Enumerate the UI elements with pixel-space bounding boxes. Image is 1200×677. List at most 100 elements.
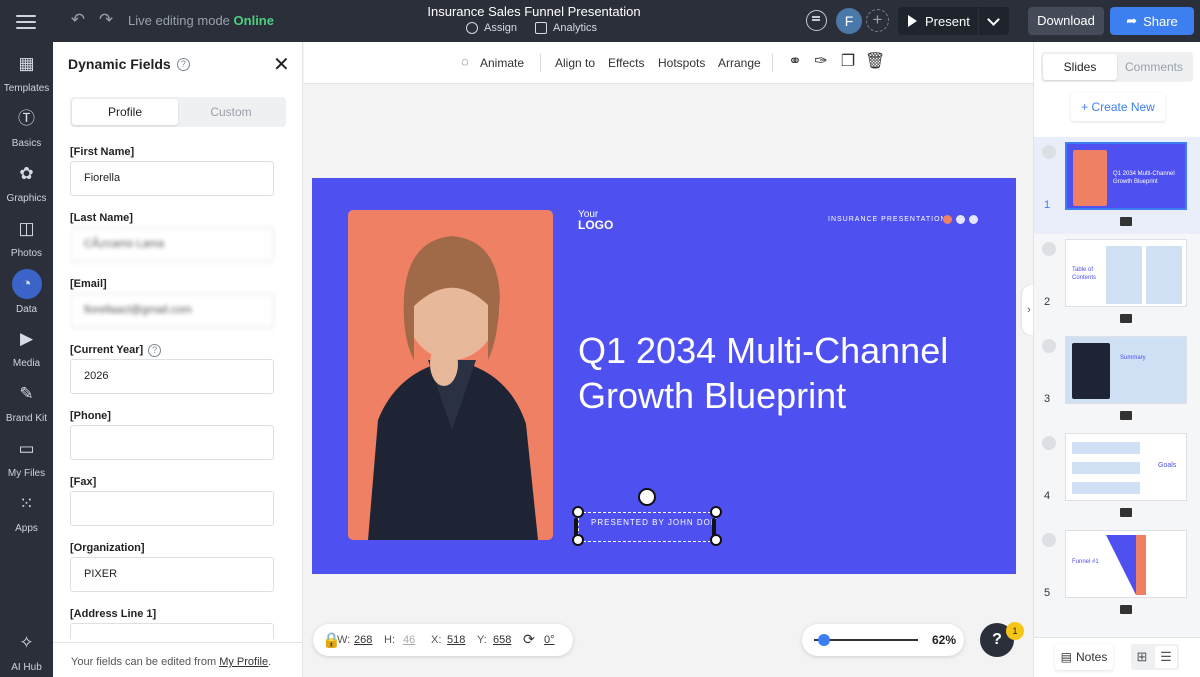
- current-year-field[interactable]: 2026: [70, 359, 274, 394]
- duplicate-icon[interactable]: ❐: [839, 53, 857, 71]
- more-icon[interactable]: [1042, 145, 1056, 159]
- share-icon: ➦: [1126, 13, 1138, 28]
- tab-slides[interactable]: Slides: [1043, 54, 1117, 80]
- close-icon[interactable]: ✕: [273, 52, 290, 77]
- rail-ai-hub[interactable]: ✧ AI Hub: [0, 625, 53, 677]
- dynamic-fields-panel: Dynamic Fields? ✕ Profile Custom [First …: [53, 42, 303, 677]
- height-value[interactable]: 46: [403, 634, 415, 646]
- rail-brand-kit[interactable]: ✎ Brand Kit: [0, 376, 53, 431]
- rail-media[interactable]: ▶ Media: [0, 321, 53, 376]
- slide-thumbnail-row[interactable]: Goals 4: [1034, 428, 1200, 525]
- resize-handle[interactable]: [572, 534, 584, 546]
- address-line-1-field[interactable]: [70, 623, 274, 639]
- grid-view-icon[interactable]: ⊞: [1131, 644, 1153, 670]
- slide-kicker[interactable]: INSURANCE PRESENTATION: [828, 216, 947, 223]
- fax-field[interactable]: [70, 491, 274, 526]
- slide-thumbnail-row[interactable]: Summary 3: [1034, 331, 1200, 428]
- analytics-link[interactable]: Analytics: [535, 22, 597, 34]
- width-value[interactable]: 268: [354, 634, 372, 646]
- first-name-field[interactable]: Fiorella: [70, 161, 274, 196]
- resize-handle[interactable]: [574, 518, 578, 536]
- y-value[interactable]: 658: [493, 634, 511, 646]
- share-button[interactable]: ➦ Share: [1110, 7, 1194, 35]
- rail-basics[interactable]: Ⓣ Basics: [0, 101, 53, 156]
- resize-handle[interactable]: [710, 534, 722, 546]
- hotspots-button[interactable]: Hotspots: [658, 56, 705, 70]
- trash-icon[interactable]: 🗑: [865, 53, 885, 71]
- presenter-photo[interactable]: [348, 210, 553, 540]
- style-brush-icon[interactable]: ✑: [812, 53, 830, 71]
- tab-profile[interactable]: Profile: [72, 99, 178, 125]
- transition-icon[interactable]: [1120, 217, 1132, 226]
- link-icon[interactable]: ⚭: [786, 53, 804, 71]
- redo-icon[interactable]: ↷: [96, 10, 116, 30]
- slide-thumbnail-row[interactable]: Q1 2034 Multi-Channel Growth Blueprint 1: [1034, 137, 1200, 234]
- slide-thumbnail[interactable]: Summary: [1065, 336, 1187, 404]
- rotation-value[interactable]: 0°: [544, 634, 555, 646]
- slide-thumbnail-row[interactable]: Table of Contents 2: [1034, 234, 1200, 331]
- rail-graphics[interactable]: ✿ Graphics: [0, 156, 53, 211]
- slide-thumbnail[interactable]: Q1 2034 Multi-Channel Growth Blueprint: [1065, 142, 1187, 210]
- notes-button[interactable]: ▤ Notes: [1055, 644, 1113, 670]
- transition-icon[interactable]: [1120, 314, 1132, 323]
- element-dimensions: 🔒 W: 268 H: 46 X: 518 Y: 658 ⟳ 0°: [313, 624, 573, 656]
- rail-photos[interactable]: ◫ Photos: [0, 211, 53, 266]
- last-name-field[interactable]: CÃ¡rcamo Lama: [70, 227, 274, 262]
- download-button[interactable]: Download: [1028, 7, 1104, 35]
- arrange-button[interactable]: Arrange: [718, 56, 761, 70]
- rail-my-files[interactable]: ▭ My Files: [0, 431, 53, 486]
- menu-icon[interactable]: [16, 12, 36, 30]
- phone-field[interactable]: [70, 425, 274, 460]
- create-new-button[interactable]: + Create New: [1071, 93, 1165, 121]
- more-icon[interactable]: [1042, 339, 1056, 353]
- more-icon[interactable]: [1042, 533, 1056, 547]
- assign-icon: [466, 22, 478, 34]
- zoom-slider-handle[interactable]: [818, 634, 830, 646]
- resize-handle[interactable]: [710, 506, 722, 518]
- fax-label: [Fax]: [70, 476, 97, 488]
- slide-thumbnail[interactable]: Funnel #1: [1065, 530, 1187, 598]
- undo-icon[interactable]: ↶: [68, 10, 88, 30]
- add-collaborator-icon[interactable]: +: [866, 9, 889, 32]
- rail-templates[interactable]: ▦ Templates: [0, 46, 53, 101]
- tab-comments[interactable]: Comments: [1117, 54, 1191, 80]
- align-to-button[interactable]: Align to: [555, 56, 595, 70]
- slide-thumbnail[interactable]: Table of Contents: [1065, 239, 1187, 307]
- resize-handle[interactable]: [572, 506, 584, 518]
- transition-icon[interactable]: [1120, 605, 1132, 614]
- resize-handle[interactable]: [712, 518, 716, 536]
- slide-thumbnail-row[interactable]: Funnel #1 5: [1034, 525, 1200, 622]
- animate-button[interactable]: Animate: [480, 56, 524, 70]
- document-links: Assign Analytics: [466, 22, 597, 34]
- present-dropdown-button[interactable]: [979, 7, 1009, 35]
- effects-button[interactable]: Effects: [608, 56, 644, 70]
- slide-title[interactable]: Q1 2034 Multi-Channel Growth Blueprint: [578, 328, 998, 418]
- help-icon[interactable]: ?: [148, 343, 162, 357]
- slide-thumbnail[interactable]: Goals: [1065, 433, 1187, 501]
- comments-icon[interactable]: [806, 10, 827, 31]
- list-view-icon[interactable]: ☰: [1155, 646, 1177, 668]
- document-title[interactable]: Insurance Sales Funnel Presentation: [380, 4, 688, 19]
- more-icon[interactable]: [1042, 242, 1056, 256]
- tab-custom[interactable]: Custom: [178, 99, 284, 125]
- slide-logo[interactable]: Your LOGO: [578, 209, 613, 231]
- fields-list: [First Name] Fiorella [Last Name] CÃ¡rca…: [70, 144, 276, 639]
- slides-list: Q1 2034 Multi-Channel Growth Blueprint 1…: [1034, 137, 1200, 637]
- avatar[interactable]: F: [836, 8, 862, 34]
- rail-data[interactable]: ◔ Data: [0, 266, 53, 321]
- my-profile-link[interactable]: My Profile: [219, 656, 268, 668]
- transition-icon[interactable]: [1120, 411, 1132, 420]
- slide-canvas[interactable]: Your LOGO INSURANCE PRESENTATION Q1 2034 …: [312, 178, 1016, 574]
- x-value[interactable]: 518: [447, 634, 465, 646]
- present-button[interactable]: Present: [898, 7, 978, 35]
- transition-icon[interactable]: [1120, 508, 1132, 517]
- help-icon[interactable]: ?: [176, 57, 190, 71]
- rotate-handle[interactable]: [638, 488, 656, 506]
- assign-link[interactable]: Assign: [466, 22, 517, 34]
- organization-field[interactable]: PIXER: [70, 557, 274, 592]
- email-field[interactable]: fiorellaacl@gmail.com: [70, 293, 274, 328]
- rail-apps[interactable]: ⁙ Apps: [0, 486, 53, 541]
- more-icon[interactable]: [1042, 436, 1056, 450]
- zoom-value[interactable]: 62%: [932, 633, 956, 647]
- fields-tabs: Profile Custom: [70, 97, 286, 127]
